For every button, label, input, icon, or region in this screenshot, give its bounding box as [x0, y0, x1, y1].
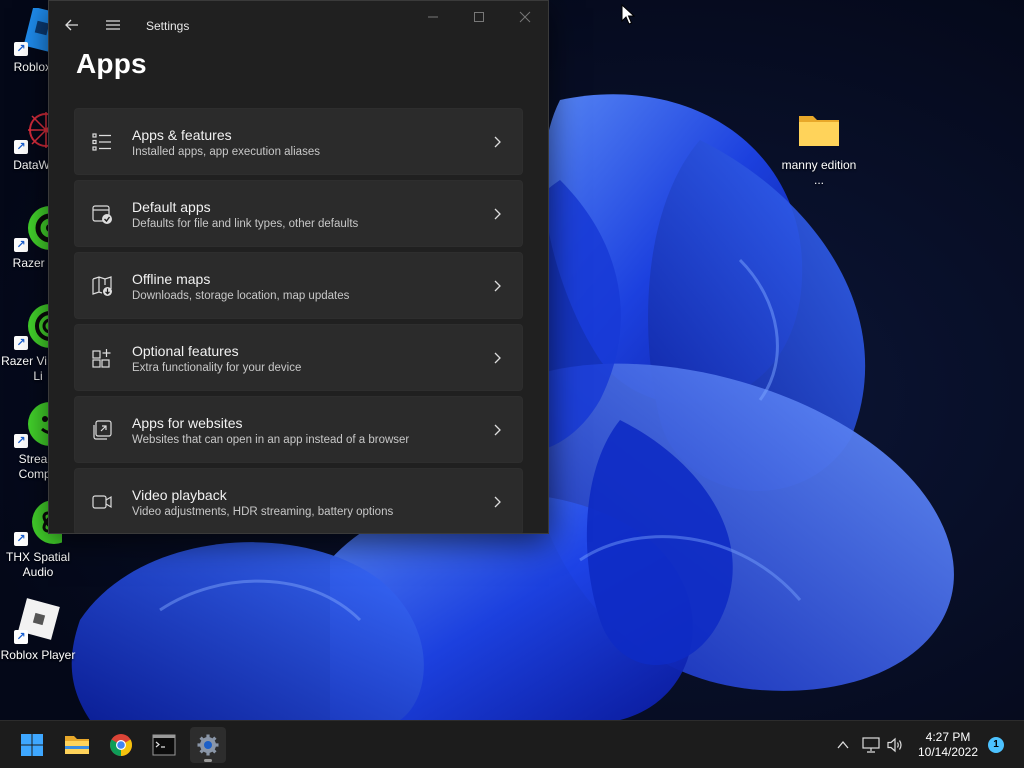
chevron-right-icon: [494, 352, 501, 364]
item-subtitle: Downloads, storage location, map updates: [132, 290, 350, 302]
apps-list-icon: [92, 133, 111, 151]
roblox-player-icon: ↗: [14, 596, 62, 644]
chevron-right-icon: [494, 424, 501, 436]
chevron-right-icon: [494, 136, 501, 148]
active-app-indicator: [204, 759, 212, 762]
settings-item-video-playback[interactable]: Video playback Video adjustments, HDR st…: [74, 468, 523, 533]
shortcut-arrow-icon: ↗: [14, 42, 28, 56]
shortcut-arrow-icon: ↗: [14, 140, 28, 154]
settings-item-optional-features[interactable]: Optional features Extra functionality fo…: [74, 324, 523, 391]
item-subtitle: Websites that can open in an app instead…: [132, 434, 410, 446]
desktop-icon-label: Roblox Player: [0, 648, 76, 662]
desktop-icon-label: manny edition ...: [781, 158, 857, 187]
shortcut-arrow-icon: ↗: [14, 630, 28, 644]
chevron-right-icon: [494, 208, 501, 220]
taskbar-clock[interactable]: 4:27 PM 10/14/2022: [912, 730, 984, 760]
item-title: Video playback: [132, 487, 227, 503]
show-hidden-icons-button[interactable]: [833, 735, 853, 755]
settings-list: Apps & features Installed apps, app exec…: [74, 108, 523, 533]
settings-item-default-apps[interactable]: Default apps Defaults for file and link …: [74, 180, 523, 247]
network-icon: [862, 737, 880, 753]
item-title: Apps & features: [132, 127, 232, 143]
volume-icon: [887, 737, 902, 753]
close-button[interactable]: [502, 1, 548, 33]
video-playback-icon: [92, 495, 112, 509]
shortcut-arrow-icon: ↗: [14, 238, 28, 252]
chrome-icon: [110, 734, 132, 756]
start-icon: [21, 734, 43, 756]
back-button[interactable]: [56, 9, 88, 41]
settings-item-apps-for-websites[interactable]: Apps for websites Websites that can open…: [74, 396, 523, 463]
clock-date: 10/14/2022: [917, 745, 979, 759]
taskbar: 4:27 PM 10/14/2022 1: [0, 720, 1024, 768]
shortcut-arrow-icon: ↗: [14, 532, 28, 546]
minimize-icon: [428, 16, 438, 18]
chevron-right-icon: [494, 280, 501, 292]
maximize-button[interactable]: [456, 1, 502, 33]
folder-icon: [795, 106, 843, 154]
settings-item-offline-maps[interactable]: Offline maps Downloads, storage location…: [74, 252, 523, 319]
settings-window: Settings Apps Apps & features Installed …: [48, 0, 549, 534]
item-subtitle: Installed apps, app execution aliases: [132, 146, 320, 158]
item-title: Default apps: [132, 199, 211, 215]
item-subtitle: Defaults for file and link types, other …: [132, 218, 359, 230]
settings-item-apps-features[interactable]: Apps & features Installed apps, app exec…: [74, 108, 523, 175]
window-title: Settings: [146, 19, 190, 33]
chevron-up-icon: [837, 740, 849, 749]
desktop-icon-label: THX Spatial Audio: [5, 550, 71, 579]
settings-icon: [197, 734, 219, 756]
item-title: Optional features: [132, 343, 239, 359]
title-bar[interactable]: Settings: [49, 1, 548, 49]
desktop-icon-roblox-player[interactable]: ↗ Roblox Player: [0, 596, 78, 663]
item-title: Offline maps: [132, 271, 211, 287]
back-arrow-icon: [65, 19, 78, 31]
chevron-right-icon: [494, 496, 501, 508]
menu-button[interactable]: [97, 9, 129, 41]
default-apps-icon: [92, 205, 112, 224]
offline-maps-icon: [92, 276, 112, 296]
terminal-icon: [152, 734, 176, 756]
notification-badge[interactable]: 1: [988, 737, 1004, 753]
file-explorer-icon: [65, 736, 89, 754]
clock-time: 4:27 PM: [925, 730, 971, 744]
mouse-cursor-icon: [621, 4, 635, 25]
apps-for-websites-icon: [93, 420, 112, 440]
item-subtitle: Video adjustments, HDR streaming, batter…: [132, 506, 394, 518]
desktop-icon-manny-edition-folder[interactable]: manny edition ...: [779, 106, 859, 188]
item-title: Apps for websites: [132, 415, 243, 431]
taskbar-terminal[interactable]: [146, 727, 182, 763]
close-icon: [519, 11, 531, 23]
taskbar-settings[interactable]: [190, 727, 226, 763]
page-title: Apps: [76, 48, 147, 79]
maximize-icon: [474, 12, 484, 22]
minimize-button[interactable]: [410, 1, 456, 33]
taskbar-chrome[interactable]: [103, 727, 139, 763]
item-subtitle: Extra functionality for your device: [132, 362, 302, 374]
start-button[interactable]: [14, 727, 50, 763]
network-button[interactable]: [861, 735, 881, 755]
shortcut-arrow-icon: ↗: [14, 434, 28, 448]
shortcut-arrow-icon: ↗: [14, 336, 28, 350]
taskbar-file-explorer[interactable]: [59, 727, 95, 763]
hamburger-menu-icon: [106, 20, 120, 30]
volume-button[interactable]: [885, 735, 905, 755]
optional-features-icon: [92, 349, 111, 368]
